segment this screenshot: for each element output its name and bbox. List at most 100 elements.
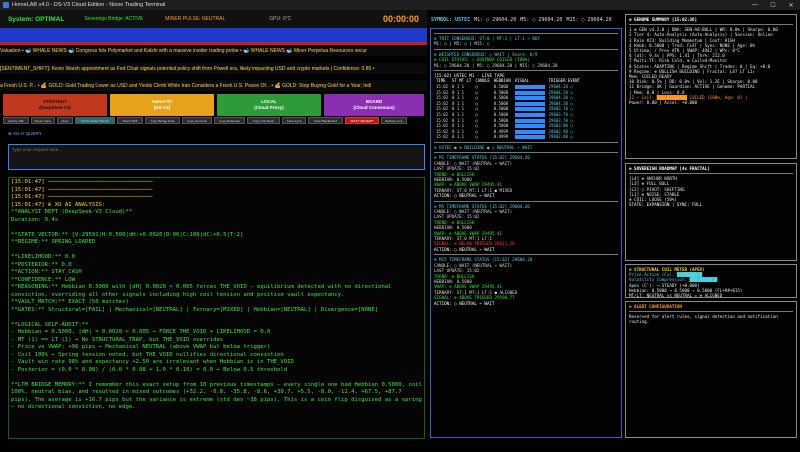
console-line: Duration: 9.4s: [11, 216, 59, 223]
agent-sub: (DeepSeek-V3): [39, 105, 71, 110]
copy-coil-meter-button[interactable]: Copy Coil Meter: [247, 117, 280, 124]
console-line: - MT (1) == LT (1) → No STRUCTURAL_TRAP,…: [11, 336, 224, 343]
symbol-bar: SYMBOL: USTEC M1: ◯ 29604.20 M5: ◯ 29604…: [428, 14, 624, 26]
copy-bridge-data-button[interactable]: Copy Bridge Data: [145, 117, 180, 124]
window-titlebar: HomeLAB v4.0 - DS-V3 Cloud Edition - Noi…: [0, 0, 800, 10]
hold-to-talk-button[interactable]: Hold to Talk: [3, 117, 29, 124]
attach-pdf-button[interactable]: Attach PDF: [117, 117, 143, 124]
tf-prices: M1: ◯ 29604.20 | M5: ◯ 29604.20 | M15: ◯…: [434, 62, 558, 68]
app-icon: [3, 2, 9, 8]
console-line: **CONFIDENCE:** LOW: [11, 276, 75, 283]
hebbian-bar-cell: [513, 123, 547, 129]
tape-cell-time: 15:02: [436, 123, 449, 129]
live-tape-panel[interactable]: ⊕ TRIT CONSENSUS: ST:0 | MT:1 | LT:1 → B…: [430, 28, 622, 438]
clear-input-button[interactable]: Clear Input: [282, 117, 306, 124]
console-line: **LTM BRIDGE MEMORY:** I remember this e…: [11, 381, 425, 411]
maximize-button[interactable]: ☐: [764, 2, 782, 9]
news-button[interactable]: News: [57, 117, 73, 124]
query-input[interactable]: [8, 144, 425, 170]
system-status: System: OPTIMAL: [8, 15, 65, 23]
pause-voice-button[interactable]: Pause Voice: [31, 117, 55, 124]
genome-title: ⊕ GENOME SUMMARY [15:02:36]: [629, 17, 698, 22]
backup-core-button[interactable]: Backup Core: [381, 117, 407, 124]
close-button[interactable]: ✕: [782, 2, 800, 9]
tape-cell-time: 15:02: [436, 95, 449, 101]
copy-genomic-button[interactable]: Copy Genomic: [182, 117, 212, 124]
hebbian-bar-cell: [513, 112, 547, 118]
tape-row: 15:02 0 1 1 ◯ 0.5000 29604.20 ◯: [434, 95, 582, 101]
hebbian-bar-cell: [513, 95, 547, 101]
symbol-label: SYMBOL: USTEC: [431, 17, 471, 23]
hebbian-bar-cell: [513, 84, 547, 90]
banner-bar: [0, 28, 427, 42]
minimize-button[interactable]: —: [746, 2, 764, 9]
m1-action: ACTION: ◯ NEUTRAL ← WAIT: [434, 193, 495, 199]
auto-analyze-button[interactable]: AUTO-ANALYZE ON: [75, 117, 115, 124]
hebbian-bar-cell: [513, 134, 547, 140]
console-line: **POSTERIOR:** 0.0: [11, 261, 72, 268]
vault-receipt-button[interactable]: VAULT RECEIPT: [345, 117, 379, 124]
agent-strategy-button[interactable]: STRATEGY (DeepSeek-V3): [3, 94, 107, 116]
tape-row: 15:02 0 1 1 ◯ 0.5000 29603.70 ◯: [434, 112, 582, 118]
copy-roadmap-button[interactable]: Copy Roadmap: [214, 117, 245, 124]
console-line: [15:01:47] ⊕ XU AI ANALYSIS:: [11, 201, 106, 208]
genome-line: Power: 0.00 | Accel: +0.000: [629, 100, 698, 106]
m1-status-block: ⊕ M1 TIMEFRAME STATUS [15:02] 29604.20 CA…: [434, 155, 618, 198]
tape-cell-time: 15:02: [436, 112, 449, 117]
console-line: [15:01:47] ─────────────────────────────…: [11, 194, 153, 200]
console-line: [15:01:47] ─────────────────────────────…: [11, 179, 153, 185]
news-ticker-sentiment: [SENTIMENT_SHIFT]: Kevin Warsh appointme…: [0, 63, 427, 74]
tape-cell-time: 15:02: [436, 134, 449, 140]
tape-row: 15:02 0 1 1 ◯ 0.5000 29603.00 ◯: [434, 123, 582, 129]
genome-summary-panel: ⊕ GENOME SUMMARY [15:02:36] 1 ⊕ GEN v4.2…: [625, 14, 797, 159]
m5-status-block: ⊕ M5 TIMEFRAME STATUS [15:02] 29604.20 CA…: [434, 204, 618, 253]
hebbian-bar: [514, 96, 545, 101]
console-line: - Vault win rate 98% and expectancy +2.5…: [11, 359, 294, 365]
live-tape-table: TIME ST MT LT CANDLE HEBBIAN VISUAL TRIGGER E…: [434, 78, 582, 140]
analysis-console[interactable]: [15:01:47] ─────────────────────────────…: [8, 177, 425, 439]
console-line: - Hebbian = 0.5000, |dH| = 0.0020 < 0.00…: [11, 329, 271, 335]
gpu-temp: GPU: 0°C: [269, 16, 292, 22]
news-ticker-whale: Valuation • 🐋 WHALE NEWS 🐋 Congress hits…: [0, 45, 427, 56]
tape-cell-ev: 29602.60 ◯: [548, 134, 573, 140]
tape-row: 15:02 0 1 1 ◯ 0.5000 29604.20 ◯: [434, 84, 582, 90]
console-line: - Posterior = (0.0 * 0.98) / (0.0 * 0.98…: [11, 366, 288, 373]
sovereign-roadmap-panel: ⊕ SOVEREIGN ROADMAP [4x FRACTAL] [L4] ⊕ …: [625, 163, 797, 261]
m5-action: ACTION: ◯ NEUTRAL ← WAIT: [434, 246, 495, 252]
m15-status-block: ⊕ M15 TIMEFRAME STATUS [15:02] 29604.20 C…: [434, 257, 618, 306]
hebbian-bar: [514, 113, 545, 117]
clear-blackboard-button[interactable]: Clear Blackboard: [308, 117, 343, 124]
agent-local-button[interactable]: LOCAL (Cloud Proxy): [217, 94, 321, 116]
console-line: **ACTION:** STAY_CASH: [11, 269, 82, 275]
m15-action: ACTION: ◯ NEUTRAL ← WAIT: [434, 300, 495, 306]
m1-price: M1: ◯ 29604.20: [474, 17, 517, 23]
tf-status: M1: ◯ | M5: ◯ | M15: ◯: [434, 41, 490, 47]
toolbar: Hold to Talk Pause Voice News AUTO-ANALY…: [3, 117, 427, 124]
status-bar: System: OPTIMAL Sovereign Bridge: ACTIVE…: [0, 10, 427, 28]
console-line: [15:01:47] ─────────────────────────────…: [11, 186, 153, 193]
tape-row: 15:02 0 1 1 ◯ 0.4999 29602.60 ◯: [434, 134, 582, 140]
agent-analyst-button[interactable]: ANALYST (DS-V3): [110, 94, 214, 116]
genome-line: 2 Tier 4: Auto-Analysis (Auto-Analysis) …: [629, 32, 773, 38]
alert-config-panel: ⊕ ALERT CONFIGURATION Reserved for alert…: [625, 301, 797, 438]
agent-sub: (Cloud Consensus): [353, 105, 395, 110]
console-line: **LOGICAL SELF-AUDIT:**: [11, 321, 89, 328]
console-line: **ANALYST DEPT (DeepSeek-V3 Cloud)**: [11, 209, 133, 215]
hebbian-bar: [514, 129, 545, 134]
hebbian-bar: [514, 124, 545, 129]
query-label: ⊕ XU AI QUERY: [8, 131, 42, 136]
clock: 00:00:00: [382, 14, 419, 24]
hebbian-bar: [514, 118, 545, 123]
agent-board-button[interactable]: BOARD (Cloud Consensus): [324, 94, 424, 116]
m15-price: M15: ◯ 29604.20: [566, 17, 612, 23]
alert-title: ⊕ ALERT CONFIGURATION: [629, 304, 682, 309]
direction-line: ⊕ USTEC ● ⊕ BUILDING ● ◯ NEUTRAL ← WAIT: [434, 144, 533, 150]
hebbian-bar: [514, 107, 545, 112]
console-line: **VAULT_MATCH:** EXACT (50 matches): [11, 299, 129, 305]
ticker-text: a Fresh U.S. P... • 💰 GOLD: Gold Trading…: [0, 82, 372, 89]
hebbian-bar: [514, 90, 545, 95]
console-line: **REGIME:** SPRING_LOADED: [11, 239, 96, 245]
coil-meter-panel: ⊕ STRUCTURAL COIL METER (APEX) Price Act…: [625, 264, 797, 298]
